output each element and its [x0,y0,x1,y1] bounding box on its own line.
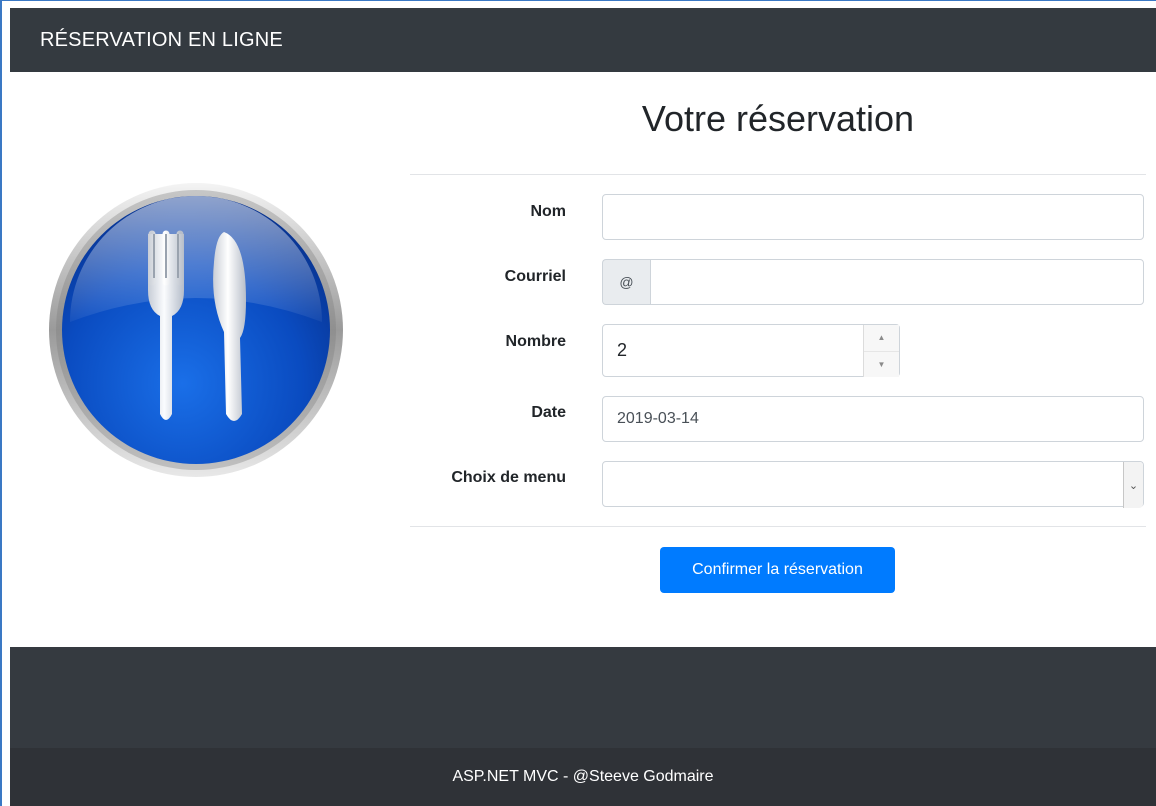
form-divider-top [410,174,1146,175]
at-sign-icon: @ [602,259,650,305]
courriel-input[interactable] [650,259,1144,305]
nom-label: Nom [530,203,566,220]
courriel-label: Courriel [504,268,566,285]
spin-down-icon[interactable]: ▼ [864,350,899,377]
spin-up-icon[interactable]: ▲ [864,325,899,351]
footer-band [10,647,1156,748]
chevron-down-icon[interactable]: ⌄ [1123,462,1143,508]
date-input[interactable]: 2019-03-14 [602,396,1144,442]
courriel-input-group: @ [602,259,1144,305]
navbar: RÉSERVATION EN LIGNE [10,8,1156,72]
fork-knife-icon [48,182,344,478]
menu-select[interactable]: ⌄ [602,461,1144,508]
navbar-brand[interactable]: RÉSERVATION EN LIGNE [40,29,283,52]
form-divider-bottom [410,526,1146,527]
nombre-value: 2 [617,340,628,360]
nombre-label: Nombre [505,333,566,350]
nom-input[interactable] [602,194,1144,240]
footer: ASP.NET MVC - @Steeve Godmaire [10,748,1156,806]
page-title: Votre réservation [641,98,915,139]
nombre-spinner[interactable]: ▲ ▼ [863,325,899,377]
menu-label: Choix de menu [451,469,566,486]
footer-text: ASP.NET MVC - @Steeve Godmaire [452,768,714,785]
date-label: Date [531,404,566,421]
nombre-input[interactable]: 2 ▲ ▼ [602,324,900,377]
confirm-reservation-button[interactable]: Confirmer la réservation [660,547,895,593]
